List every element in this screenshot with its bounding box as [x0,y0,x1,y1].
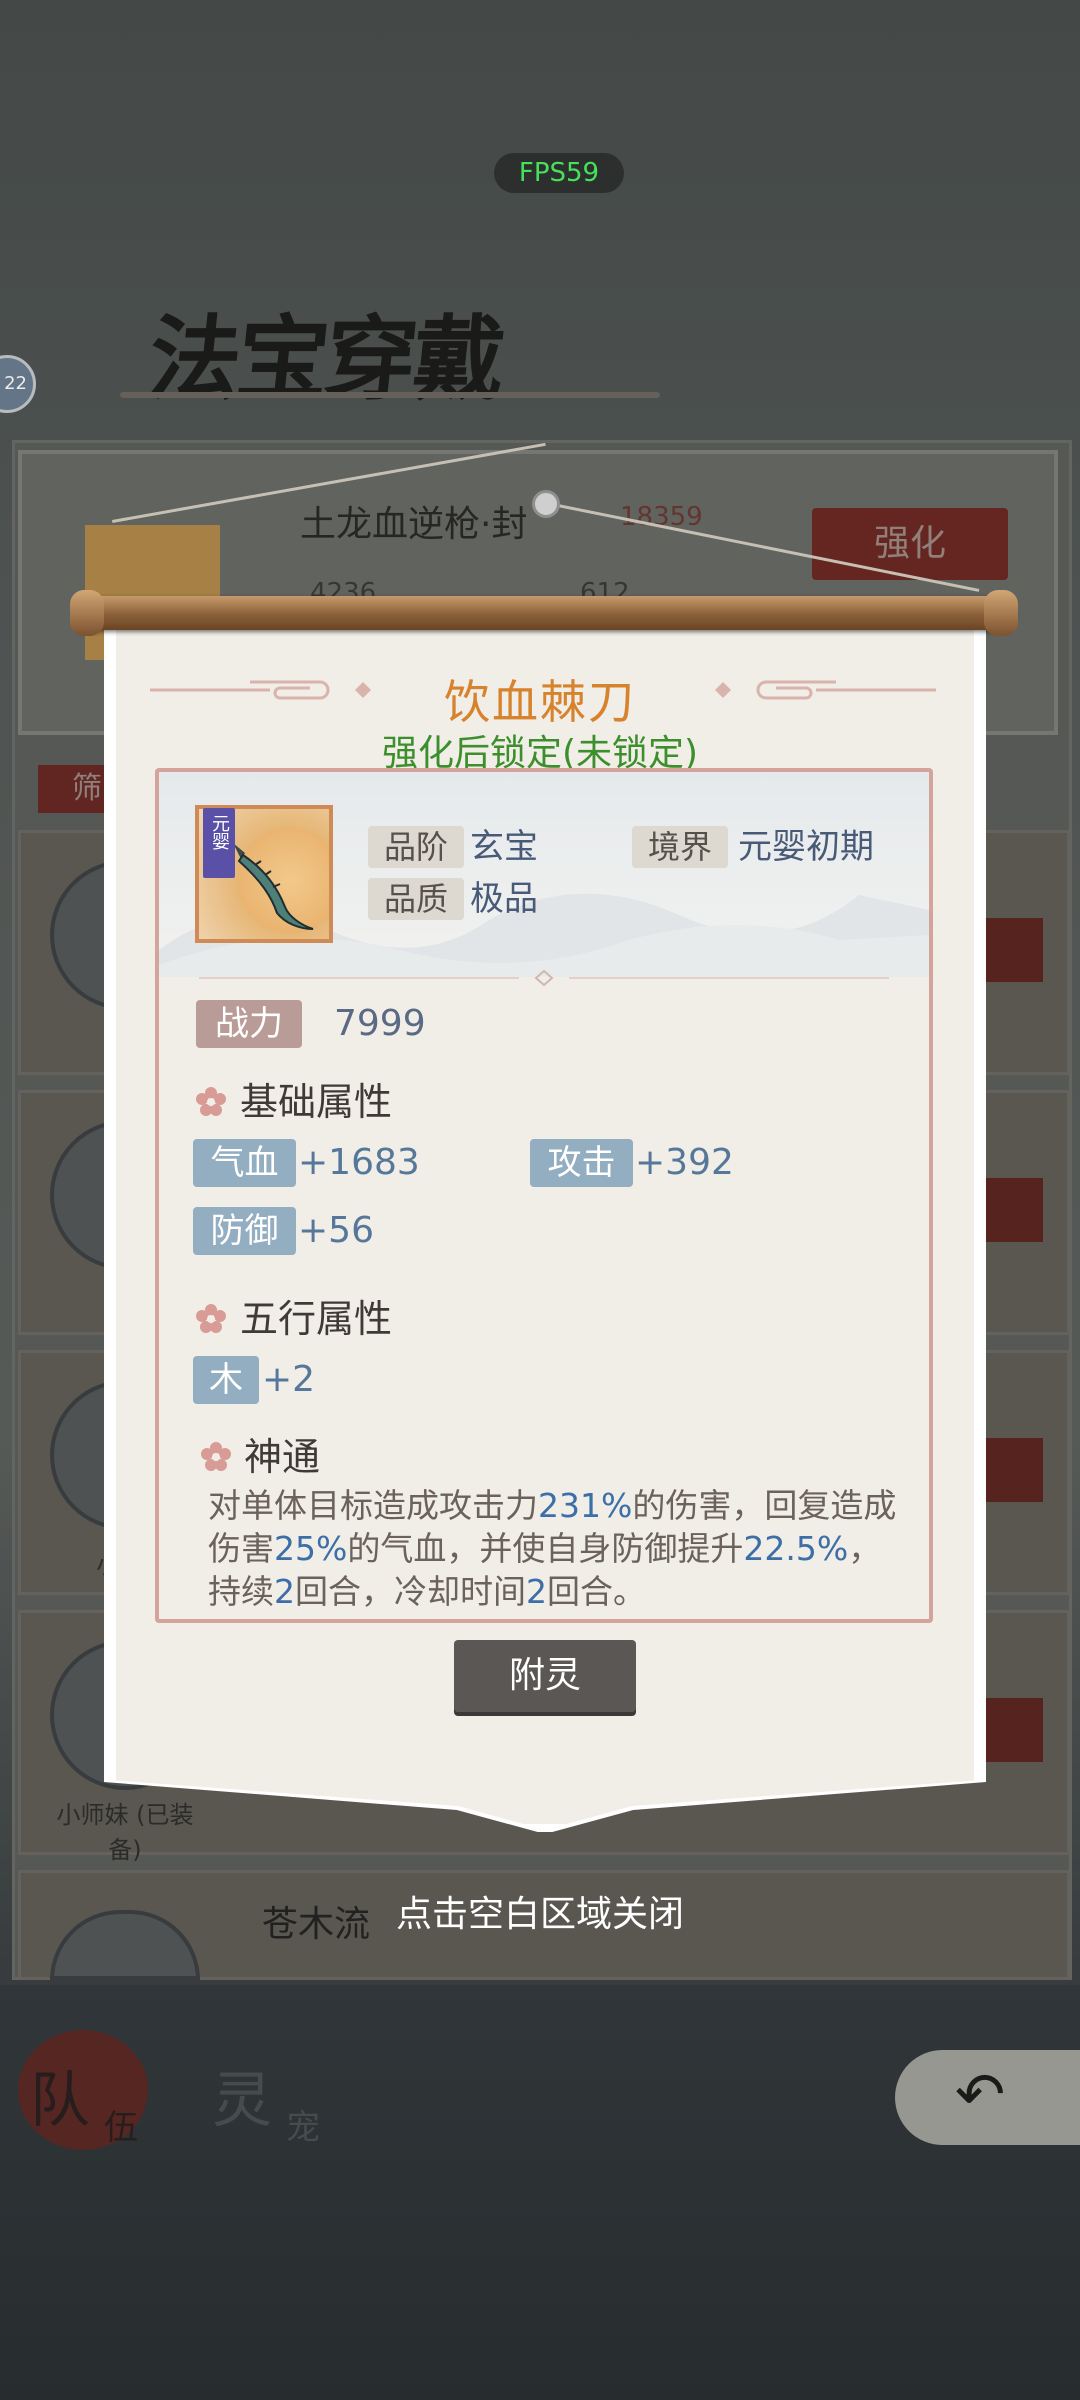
power-value: 7999 [334,1003,426,1044]
infuse-button[interactable]: 附灵 [454,1640,636,1712]
nail-icon [532,490,560,518]
grade-value: 玄宝 [470,827,538,867]
grade-label: 品阶 [368,826,464,868]
stat-value-hp: +1683 [298,1142,420,1183]
flower-icon [196,1304,226,1333]
quality-value: 极品 [470,879,538,919]
skill-description: 对单体目标造成攻击力231%的伤害，回复造成伤害25%的气血，并使自身防御提升2… [208,1486,897,1611]
stat-tag-wood: 木 [193,1356,259,1404]
fps-counter: FPS59 [494,153,624,193]
skill-title: 神通 [244,1435,321,1479]
header-divider [199,970,889,986]
realm-badge-text: 元婴 [209,814,230,850]
realm-badge: 元婴 [203,808,235,878]
element-attributes-title: 五行属性 [240,1297,393,1341]
stat-value-wood: +2 [262,1359,316,1400]
base-attributes-title: 基础属性 [240,1080,393,1124]
quality-label: 品质 [368,878,464,920]
realm-label: 境界 [632,826,728,868]
stat-tag-attack: 攻击 [530,1139,633,1187]
close-hint: 点击空白区域关闭 [395,1894,684,1935]
stat-tag-defense: 防御 [193,1207,296,1255]
stat-value-attack: +392 [635,1142,734,1183]
flower-icon [196,1087,226,1116]
realm-value: 元婴初期 [738,827,874,867]
scroll-rod [75,596,1015,630]
stat-value-defense: +56 [298,1210,374,1251]
power-label: 战力 [196,1000,302,1048]
rod-cap [984,590,1018,636]
flower-icon [201,1442,231,1471]
stat-tag-hp: 气血 [193,1139,296,1187]
item-name: 饮血棘刀 [444,675,636,729]
rod-cap [70,590,104,636]
